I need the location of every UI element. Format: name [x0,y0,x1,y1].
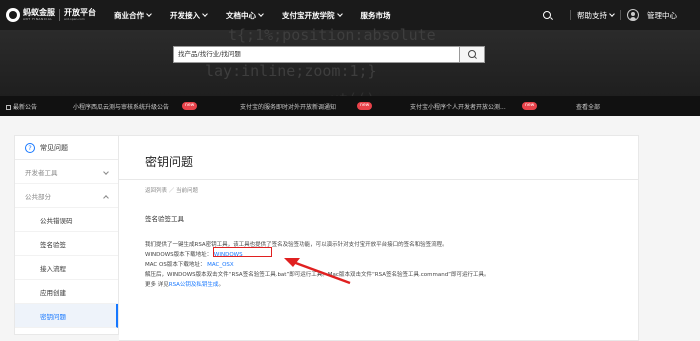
annotation-arrow-icon [284,258,351,285]
